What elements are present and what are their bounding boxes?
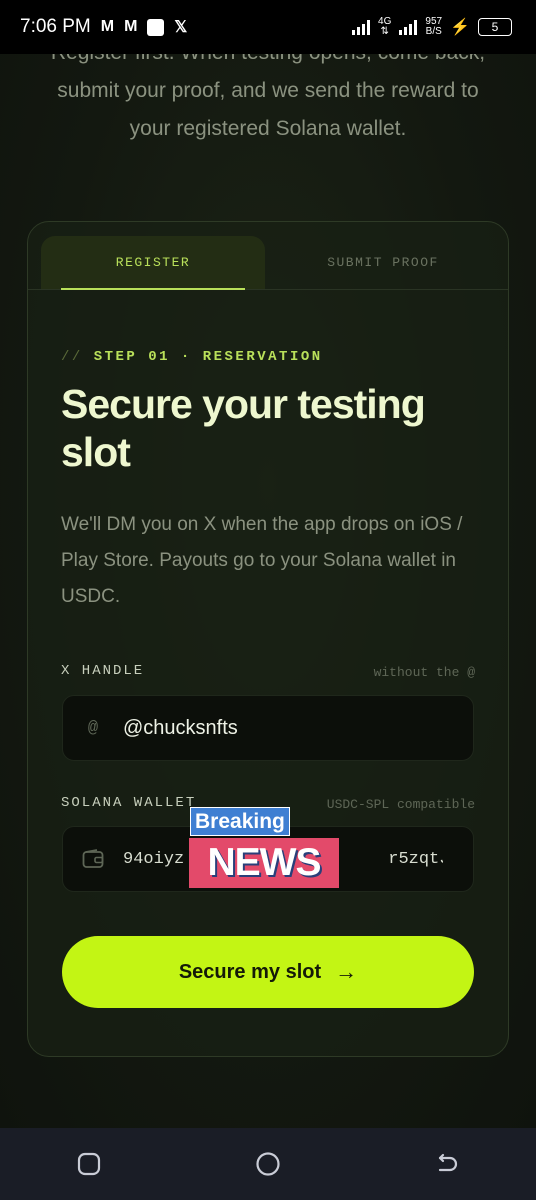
at-prefix: @ — [87, 718, 99, 738]
wallet-icon — [63, 849, 123, 869]
step-label: // STEP 01 · RESERVATION — [61, 349, 323, 365]
secure-slot-button[interactable]: Secure my slot → — [62, 936, 474, 1008]
arrow-right-icon: → — [335, 959, 358, 984]
x-handle-label: X HANDLE — [61, 663, 145, 679]
speed-unit: B/S — [425, 26, 442, 37]
recents-button[interactable] — [59, 1134, 119, 1194]
gmail-icon-2: M — [124, 18, 138, 35]
status-bar: 7:06 PM M M 𝕏 4G ⇅ 957 B/S ⚡ 5 — [0, 0, 536, 54]
home-icon — [256, 1152, 280, 1176]
tab-submit-proof[interactable]: SUBMIT PROOF — [278, 236, 488, 289]
signal-icon — [352, 19, 371, 35]
intro-text: Register first. When testing opens, come… — [51, 54, 485, 140]
charging-icon: ⚡ — [450, 19, 470, 36]
gmail-icon: M — [100, 18, 115, 35]
home-button[interactable] — [238, 1134, 298, 1194]
sticker-news: NEWS — [189, 838, 339, 888]
app-notification-icon — [147, 18, 165, 36]
battery-level: 5 — [491, 20, 499, 34]
back-button[interactable] — [417, 1134, 477, 1194]
x-handle-field[interactable]: @ — [62, 695, 474, 761]
x-handle-hint: without the @ — [373, 665, 475, 680]
speed-indicator: 957 B/S — [425, 17, 442, 37]
tab-register[interactable]: REGISTER — [41, 236, 265, 290]
page-title: Secure your testing slot — [61, 381, 426, 475]
network-arrows-icon: ⇅ — [380, 26, 389, 37]
recents-icon — [78, 1152, 101, 1176]
status-left: 7:06 PM M M 𝕏 — [20, 16, 187, 38]
sticker-breaking: Breaking — [190, 807, 290, 836]
status-right: 4G ⇅ 957 B/S ⚡ 5 — [352, 17, 512, 37]
step-prefix: // — [61, 349, 83, 365]
navigation-bar — [0, 1128, 536, 1200]
secure-slot-label: Secure my slot — [178, 960, 322, 983]
description: We'll DM you on X when the app drops on … — [61, 514, 463, 607]
signal-icon-2 — [399, 19, 418, 35]
x-handle-input[interactable] — [123, 716, 443, 740]
network-indicator: 4G ⇅ — [378, 17, 391, 37]
battery-icon: 5 — [478, 18, 512, 36]
wallet-hint: USDC-SPL compatible — [326, 797, 475, 812]
x-app-icon: 𝕏 — [174, 19, 188, 36]
registration-card: REGISTER SUBMIT PROOF // STEP 01 · RESER… — [27, 221, 509, 1057]
status-time: 7:06 PM — [20, 16, 91, 37]
tab-bar: REGISTER SUBMIT PROOF — [28, 222, 508, 290]
step-text: STEP 01 · RESERVATION — [93, 349, 323, 365]
back-icon — [438, 1153, 457, 1172]
wallet-label: SOLANA WALLET — [61, 795, 197, 811]
page-content: Register first. When testing opens, come… — [0, 54, 536, 1128]
breaking-news-sticker: Breaking NEWS — [178, 807, 339, 891]
